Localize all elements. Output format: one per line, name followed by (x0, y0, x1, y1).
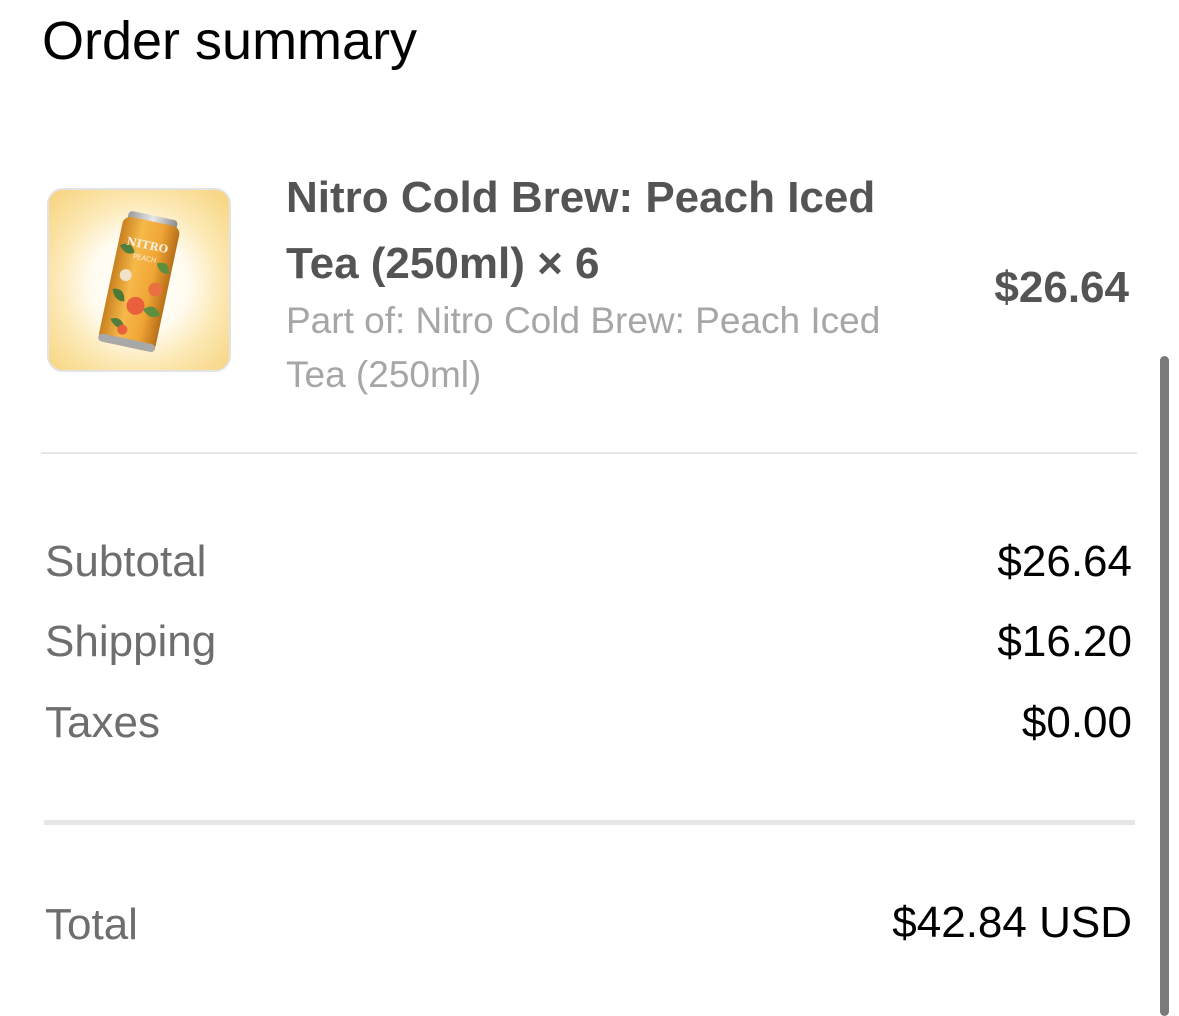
product-bundle-note: Part of: Nitro Cold Brew: Peach Iced Tea… (286, 300, 881, 395)
total-label: Total (45, 900, 138, 949)
order-line-item: NITRO PEACH Nitro Cold Brew: Peach Iced … (0, 0, 1179, 460)
taxes-row: Taxes $0.00 (0, 693, 1179, 753)
subtotal-row: Subtotal $26.64 (0, 532, 1179, 592)
shipping-label: Shipping (45, 617, 217, 666)
line-item-price: $26.64 (994, 263, 1129, 312)
shipping-row: Shipping $16.20 (0, 612, 1179, 672)
shipping-value: $16.20 (997, 617, 1132, 666)
section-divider (41, 452, 1137, 454)
product-thumbnail: NITRO PEACH (47, 188, 231, 372)
product-name: Nitro Cold Brew: Peach Iced Tea (250ml) … (286, 173, 876, 288)
total-divider (44, 820, 1135, 825)
subtotal-label: Subtotal (45, 537, 207, 586)
subtotal-value: $26.64 (997, 537, 1132, 586)
beverage-can-image: NITRO PEACH (98, 211, 180, 353)
vertical-scrollbar[interactable] (1160, 356, 1169, 1016)
taxes-label: Taxes (45, 698, 160, 747)
taxes-value: $0.00 (1021, 698, 1132, 747)
total-value: $42.84 USD (892, 898, 1132, 947)
total-row: Total $42.84 USD (0, 893, 1179, 957)
